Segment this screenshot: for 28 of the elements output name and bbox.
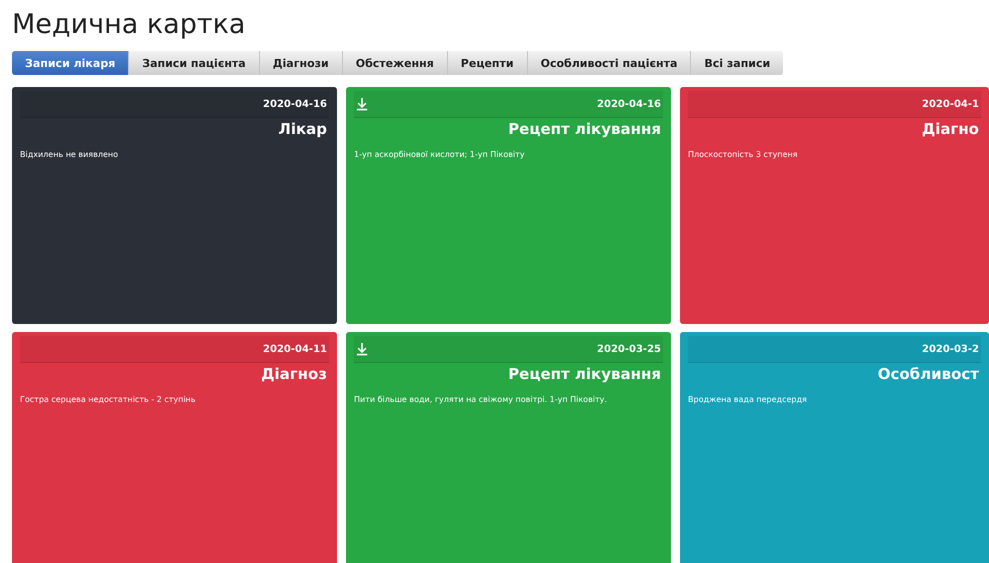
- tab[interactable]: Обстеження: [342, 51, 448, 75]
- tab[interactable]: Всі записи: [691, 51, 784, 75]
- page-title: Медична картка: [12, 8, 246, 42]
- record-text: 1-уп аскорбінової кислоти; 1-уп Піковіту: [354, 150, 526, 159]
- tab[interactable]: Рецепти: [448, 51, 528, 75]
- record-title: Рецепт лікування: [507, 119, 662, 138]
- record-title: Лікар: [277, 119, 328, 138]
- record-text: Пити більше води, гуляти на свіжому повітрі. 1-уп Піковіту.: [354, 395, 608, 404]
- record-title: Рецепт лікування: [507, 364, 662, 383]
- record-text: Плоскостопість 3 ступеня: [688, 150, 798, 159]
- tab[interactable]: Записи пацієнта: [129, 51, 260, 75]
- record-date: 2020-03-25: [597, 344, 661, 354]
- tab[interactable]: Особливості пацієнта: [528, 51, 692, 75]
- record-title: Діагно: [920, 119, 980, 138]
- download-icon[interactable]: [356, 342, 368, 356]
- record-date: 2020-04-16: [263, 98, 327, 110]
- record-text: Гостра серцева недостатність - 2 ступінь: [20, 395, 197, 404]
- record-date: 2020-04-16: [597, 98, 661, 110]
- record-date: 2020-04-11: [263, 344, 327, 354]
- record-text: Відхилень не виявлено: [20, 150, 119, 159]
- tab[interactable]: Діагнози: [260, 51, 343, 75]
- download-icon[interactable]: [356, 97, 368, 111]
- record-text: Вроджена вада передсердя: [688, 395, 808, 404]
- record-date: 2020-03-2: [922, 344, 979, 354]
- record-date: 2020-04-1: [922, 98, 979, 110]
- record-title: Діагноз: [260, 364, 328, 383]
- tab[interactable]: Записи лікаря: [12, 51, 130, 75]
- record-title: Особливост: [876, 364, 980, 383]
